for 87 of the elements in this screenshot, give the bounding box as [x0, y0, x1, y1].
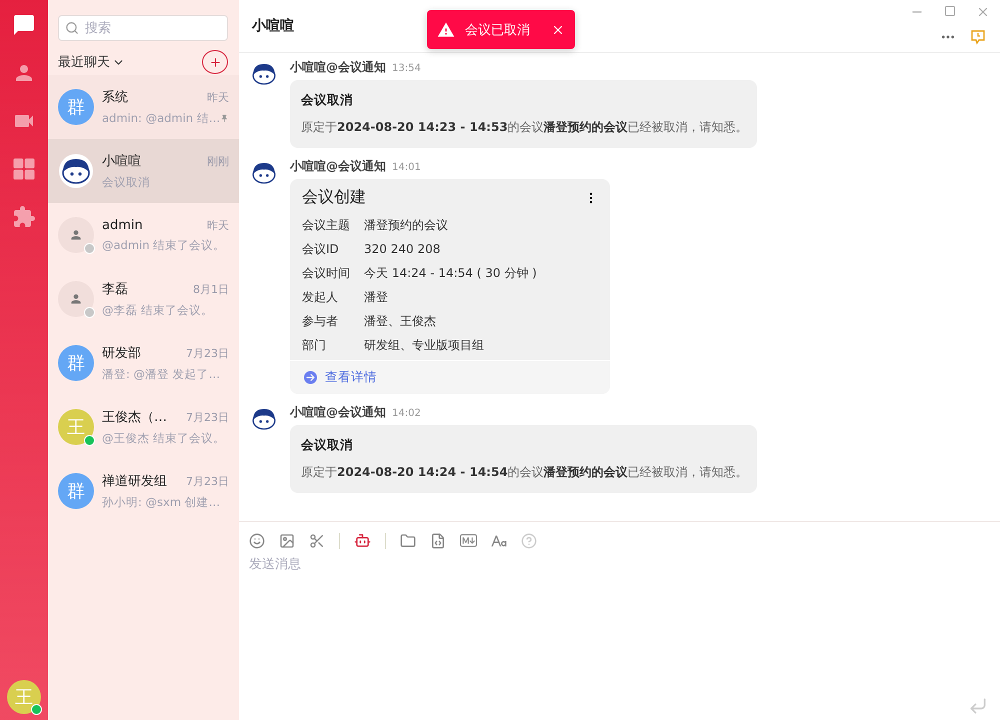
toast-text: 会议已取消	[465, 22, 531, 38]
chat-list-item[interactable]: 王 王俊杰（… 7月23日 @王俊杰 结束了会议。	[48, 395, 239, 459]
field-label: 发起人	[302, 288, 339, 306]
chat-list-item[interactable]: 群 禅道研发组 7月23日 孙小明: @sxm 创建…	[48, 459, 239, 523]
robot-icon[interactable]	[354, 532, 371, 549]
font-size-icon[interactable]	[491, 532, 507, 548]
add-button[interactable]	[202, 50, 228, 74]
card-title: 会议创建	[302, 187, 366, 208]
chat-title: 小喧喧	[252, 17, 294, 35]
chat-time: 昨天	[207, 90, 229, 104]
chat-time: 8月1日	[193, 282, 229, 296]
group-avatar: 群	[58, 345, 94, 381]
filter-dropdown[interactable]: 最近聊天	[58, 53, 125, 71]
field-value: 研发组、专业版项目组	[364, 336, 484, 354]
field-label: 会议主题	[302, 216, 351, 234]
field-value: 320 240 208	[364, 242, 440, 256]
image-icon[interactable]	[279, 532, 295, 548]
code-icon[interactable]	[430, 532, 446, 548]
chat-time: 昨天	[207, 218, 229, 232]
field-value: 今天 14:24 - 14:54 ( 30 分钟 )	[364, 264, 537, 282]
chat-preview: @王俊杰 结束了会议。	[102, 431, 226, 446]
field-value: 潘登	[364, 288, 388, 306]
field-label: 会议时间	[302, 264, 351, 282]
chat-list-item[interactable]: 群 研发部 7月23日 潘登: @潘登 发起了…	[48, 331, 239, 395]
chat-list-item[interactable]: 李磊 8月1日 @李磊 结束了会议。	[48, 267, 239, 331]
emoji-icon[interactable]	[249, 532, 265, 548]
field-value: 潘登、王俊杰	[364, 312, 436, 330]
group-avatar: 群	[58, 89, 94, 125]
message-time: 13:54	[392, 63, 421, 74]
maximize-icon[interactable]	[944, 5, 956, 17]
chat-name: 李磊	[102, 281, 128, 298]
grid-icon	[12, 157, 36, 181]
field-label: 部门	[302, 336, 327, 354]
sender-name: 小喧喧@会议通知	[290, 158, 386, 175]
default-avatar	[58, 281, 94, 317]
search-input[interactable]: 搜索	[85, 20, 205, 36]
close-icon[interactable]	[976, 5, 990, 19]
chat-preview: 会议取消	[102, 175, 150, 190]
chat-preview: @admin 结束了会议。	[102, 238, 226, 252]
sender-name: 小喧喧@会议通知	[290, 404, 386, 421]
chat-name: 研发部	[102, 345, 141, 362]
clock-message-icon[interactable]	[970, 29, 986, 45]
notice-text: 原定于2024-08-20 14:24 - 14:54的会议潘登预约的会议已经被取消，请知悉。	[301, 464, 746, 481]
puzzle-icon	[12, 205, 36, 229]
status-dot	[84, 435, 95, 446]
search-icon	[65, 21, 79, 35]
status-dot	[84, 243, 95, 254]
plus-icon	[208, 56, 222, 68]
warning-icon	[437, 20, 455, 38]
field-label: 会议ID	[302, 240, 340, 258]
mascot-avatar	[58, 153, 94, 189]
chat-preview: 潘登: @潘登 发起了…	[102, 367, 220, 382]
chat-time: 刚刚	[207, 154, 229, 168]
message-time: 14:01	[392, 162, 421, 173]
chat-list-item[interactable]: 群 系统 昨天 admin: @admin 结…	[48, 75, 239, 139]
chat-name: 小喧喧	[102, 153, 141, 170]
scissors-icon[interactable]	[309, 532, 325, 548]
chat-name: 禅道研发组	[102, 473, 167, 490]
markdown-icon[interactable]	[460, 532, 477, 549]
chat-preview: @李磊 结束了会议。	[102, 303, 214, 318]
message-input[interactable]: 发送消息	[249, 557, 990, 572]
chat-name: admin	[102, 218, 143, 232]
notice-text: 原定于2024-08-20 14:23 - 14:53的会议潘登预约的会议已经被取消，请知悉。	[301, 119, 746, 136]
chat-time: 7月23日	[186, 474, 229, 488]
group-avatar: 群	[58, 473, 94, 509]
chat-icon	[12, 13, 36, 37]
notice-title: 会议取消	[301, 92, 354, 109]
chat-preview: 孙小明: @sxm 创建…	[102, 495, 220, 510]
status-dot	[84, 307, 95, 318]
chat-preview: admin: @admin 结…	[102, 111, 220, 126]
search-field[interactable]: 搜索	[58, 15, 228, 41]
filter-label: 最近聊天	[58, 54, 110, 71]
field-value: 潘登预约的会议	[364, 216, 448, 234]
folder-icon[interactable]	[400, 532, 416, 548]
notice-title: 会议取消	[301, 437, 354, 454]
chat-time: 7月23日	[186, 346, 229, 360]
message-time: 14:02	[392, 408, 421, 419]
chat-name: 系统	[102, 89, 128, 106]
field-label: 参与者	[302, 312, 339, 330]
chat-list-item[interactable]: admin 昨天 @admin 结束了会议。	[48, 203, 239, 267]
sender-name: 小喧喧@会议通知	[290, 59, 386, 76]
chat-name: 王俊杰（…	[102, 409, 167, 426]
letter-avatar: 王	[58, 409, 94, 445]
details-link[interactable]: 查看详情	[325, 369, 377, 386]
default-avatar	[58, 217, 94, 253]
chat-time: 7月23日	[186, 410, 229, 424]
chat-list-item[interactable]: 小喧喧 刚刚 会议取消	[48, 139, 239, 203]
